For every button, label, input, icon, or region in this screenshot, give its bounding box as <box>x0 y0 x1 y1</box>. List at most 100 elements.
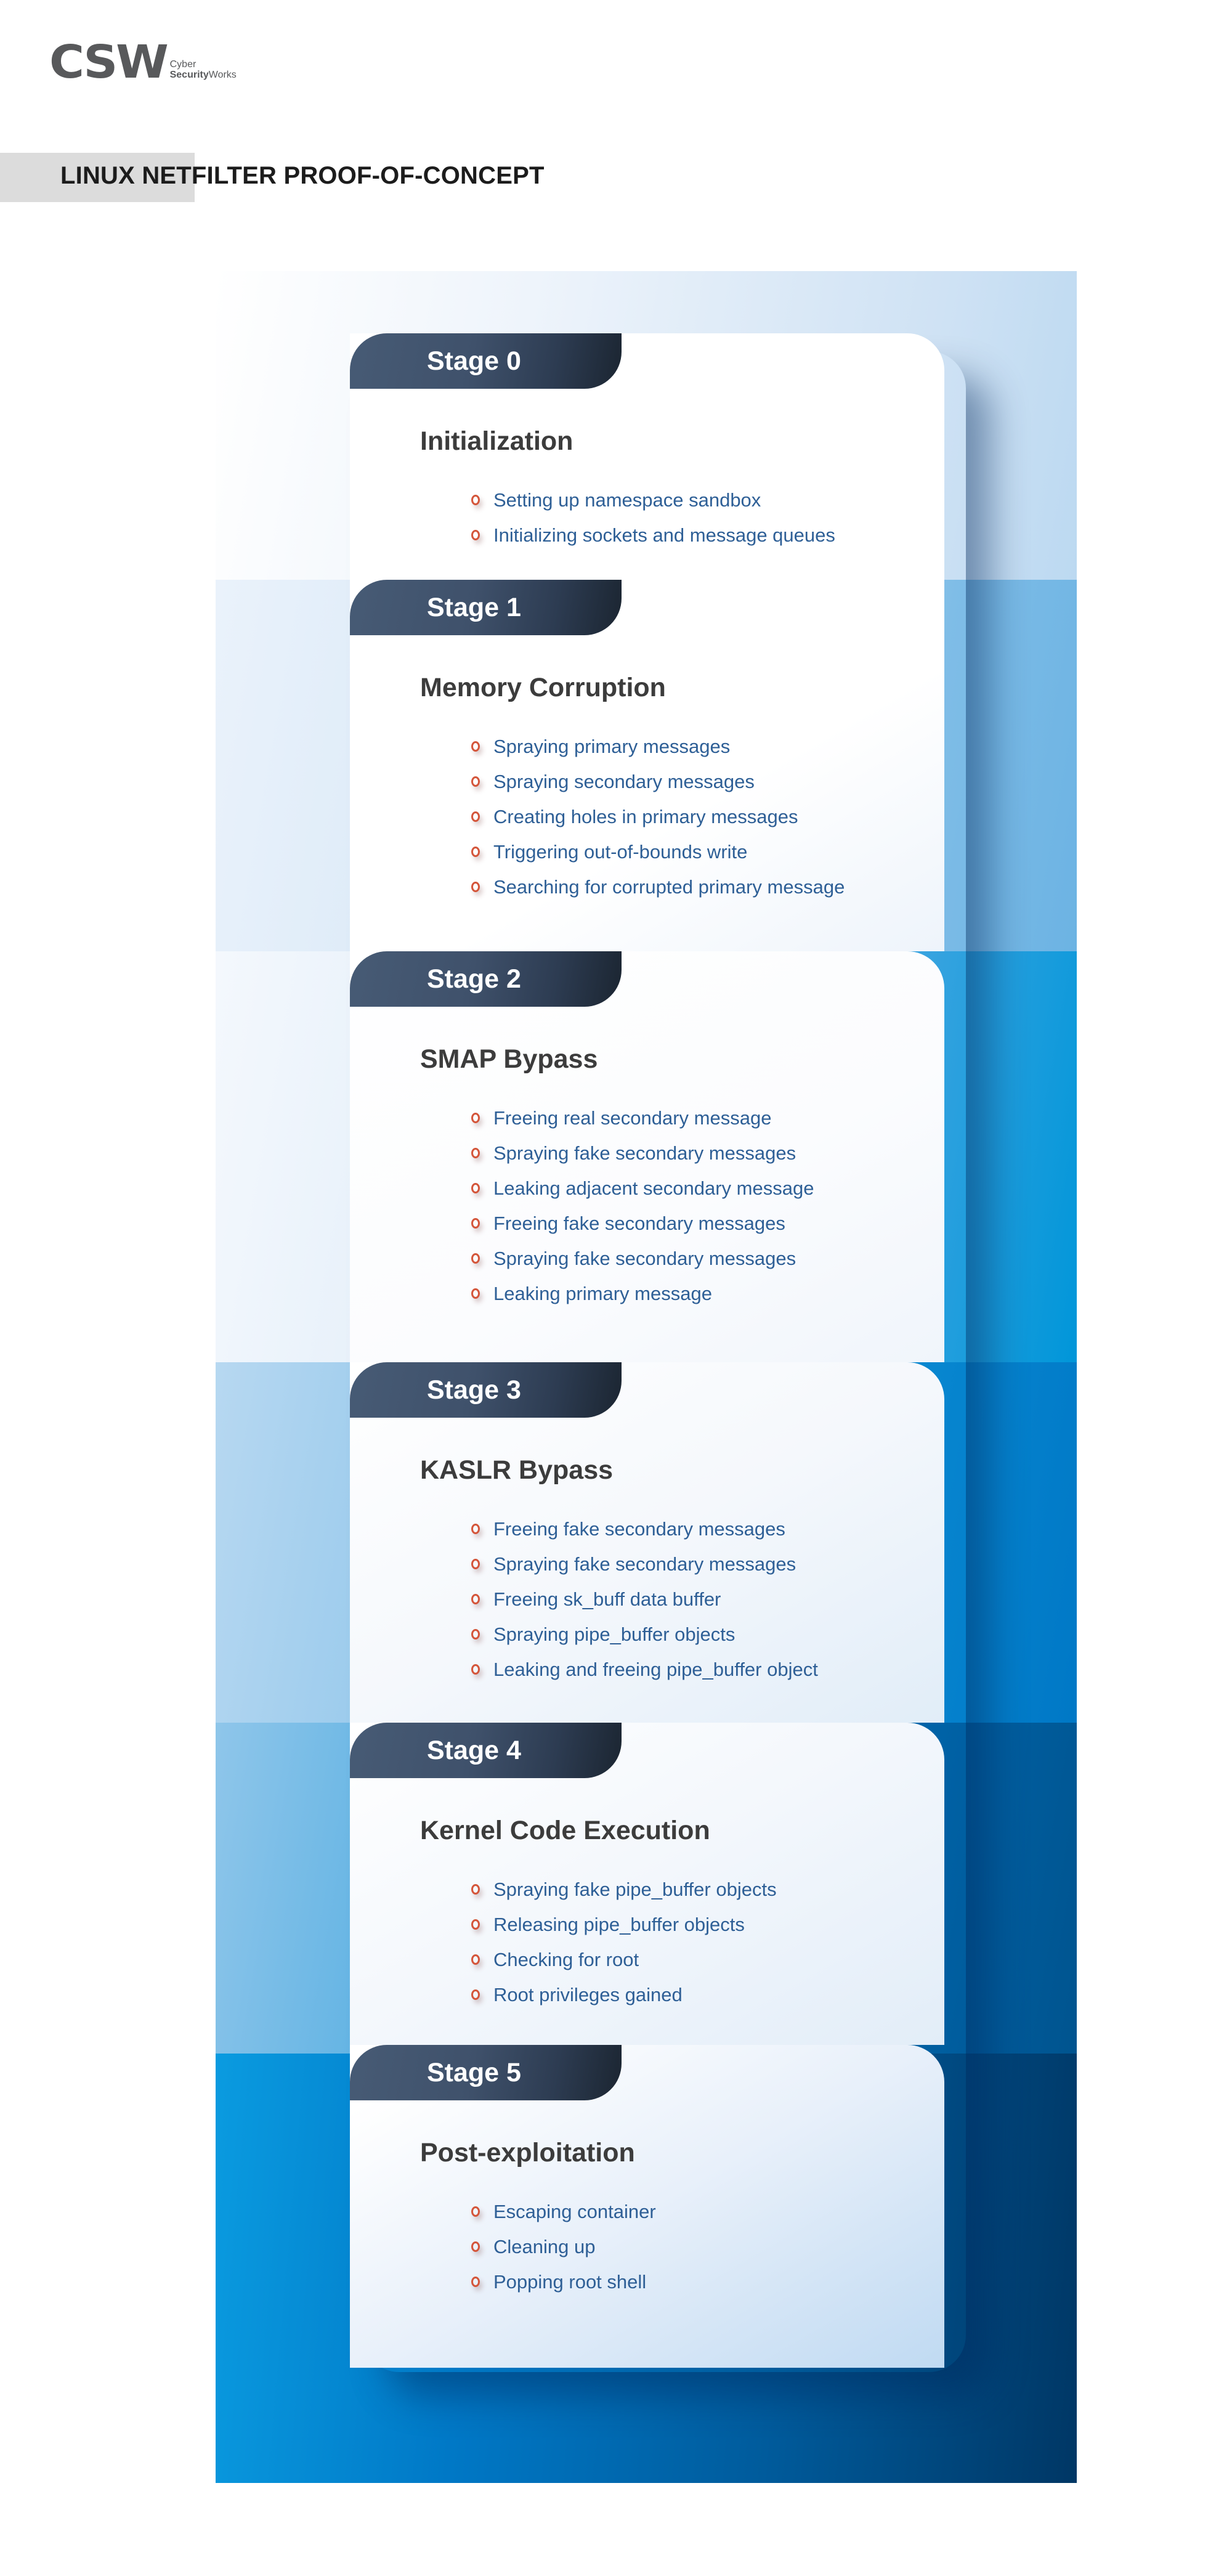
stage-card-2: Stage 2 SMAP Bypass Freeing real seconda… <box>350 951 944 1362</box>
step-item: Spraying fake secondary messages <box>468 1546 818 1582</box>
step-item: Freeing real secondary message <box>468 1100 814 1136</box>
circle-bullet-icon <box>471 882 480 892</box>
step-text: Initializing sockets and message queues <box>493 524 835 546</box>
circle-bullet-icon <box>471 1218 480 1229</box>
stage-card-5: Stage 5 Post-exploitation Escaping conta… <box>350 2045 944 2368</box>
step-text: Freeing fake secondary messages <box>493 1212 785 1234</box>
step-text: Spraying fake secondary messages <box>493 1142 796 1164</box>
step-item: Setting up namespace sandbox <box>468 482 835 518</box>
step-item: Cleaning up <box>468 2229 656 2264</box>
stage-label: Stage 5 <box>427 2058 521 2087</box>
stage-title: Initialization <box>420 426 573 456</box>
step-item: Escaping container <box>468 2194 656 2229</box>
circle-bullet-icon <box>471 1919 480 1930</box>
stage-label: Stage 1 <box>427 593 521 622</box>
stage-header: Stage 4 <box>350 1723 622 1778</box>
step-item: Freeing fake secondary messages <box>468 1206 814 1241</box>
stage-label: Stage 0 <box>427 346 521 376</box>
circle-bullet-icon <box>471 1183 480 1193</box>
step-list: Setting up namespace sandbox Initializin… <box>468 482 835 553</box>
stage-title: Post-exploitation <box>420 2138 635 2168</box>
step-text: Triggering out-of-bounds write <box>493 840 748 863</box>
circle-bullet-icon <box>471 1664 480 1675</box>
step-item: Freeing fake secondary messages <box>468 1511 818 1546</box>
step-text: Creating holes in primary messages <box>493 805 798 827</box>
circle-bullet-icon <box>471 495 480 505</box>
step-text: Releasing pipe_buffer objects <box>493 1913 745 1935</box>
step-item: Spraying fake secondary messages <box>468 1241 814 1276</box>
circle-bullet-icon <box>471 1594 480 1604</box>
circle-bullet-icon <box>471 530 480 540</box>
step-list: Freeing real secondary message Spraying … <box>468 1100 814 1311</box>
step-item: Searching for corrupted primary message <box>468 869 845 904</box>
step-item: Root privileges gained <box>468 1977 777 2012</box>
circle-bullet-icon <box>471 1288 480 1299</box>
step-item: Leaking primary message <box>468 1276 814 1311</box>
stage-header: Stage 5 <box>350 2045 622 2100</box>
stage-label: Stage 3 <box>427 1375 521 1405</box>
step-item: Triggering out-of-bounds write <box>468 834 845 869</box>
circle-bullet-icon <box>471 1884 480 1895</box>
circle-bullet-icon <box>471 1148 480 1158</box>
step-text: Spraying fake secondary messages <box>493 1247 796 1269</box>
stage-header: Stage 0 <box>350 333 622 389</box>
stage-title: Kernel Code Execution <box>420 1816 710 1845</box>
step-text: Spraying fake pipe_buffer objects <box>493 1878 777 1900</box>
step-text: Checking for root <box>493 1948 639 1970</box>
step-text: Root privileges gained <box>493 1983 683 2005</box>
step-item: Creating holes in primary messages <box>468 799 845 834</box>
stage-label: Stage 2 <box>427 964 521 994</box>
step-text: Freeing fake secondary messages <box>493 1518 785 1540</box>
circle-bullet-icon <box>471 1989 480 2000</box>
page-title: LINUX NETFILTER PROOF-OF-CONCEPT <box>60 162 545 189</box>
stage-header: Stage 1 <box>350 580 622 635</box>
step-text: Spraying pipe_buffer objects <box>493 1623 736 1645</box>
step-list: Spraying fake pipe_buffer objects Releas… <box>468 1872 777 2012</box>
stage-card-1: Stage 1 Memory Corruption Spraying prima… <box>350 580 944 951</box>
step-item: Releasing pipe_buffer objects <box>468 1907 777 1942</box>
step-list: Escaping container Cleaning up Popping r… <box>468 2194 656 2299</box>
step-text: Searching for corrupted primary message <box>493 876 845 898</box>
step-text: Setting up namespace sandbox <box>493 489 761 511</box>
circle-bullet-icon <box>471 2277 480 2287</box>
logo-line1: Cyber <box>169 59 197 70</box>
step-item: Spraying fake secondary messages <box>468 1136 814 1171</box>
stage-title: SMAP Bypass <box>420 1044 598 1074</box>
circle-bullet-icon <box>471 1629 480 1639</box>
circle-bullet-icon <box>471 741 480 752</box>
logo-line2-regular: Works <box>208 70 237 80</box>
step-item: Spraying fake pipe_buffer objects <box>468 1872 777 1907</box>
stage-card-4: Stage 4 Kernel Code Execution Spraying f… <box>350 1723 944 2045</box>
step-item: Freeing sk_buff data buffer <box>468 1582 818 1617</box>
step-list: Spraying primary messages Spraying secon… <box>468 729 845 904</box>
circle-bullet-icon <box>471 2241 480 2252</box>
logo-mark: CSW <box>49 36 169 89</box>
step-item: Spraying pipe_buffer objects <box>468 1617 818 1652</box>
logo-wordmark: Cyber SecurityWorks <box>170 59 237 80</box>
stage-header: Stage 2 <box>350 951 622 1007</box>
step-list: Freeing fake secondary messages Spraying… <box>468 1511 818 1687</box>
step-text: Freeing real secondary message <box>493 1107 772 1129</box>
step-item: Checking for root <box>468 1942 777 1977</box>
circle-bullet-icon <box>471 811 480 822</box>
step-text: Spraying secondary messages <box>493 770 755 792</box>
stage-label: Stage 4 <box>427 1736 521 1765</box>
circle-bullet-icon <box>471 1253 480 1264</box>
step-text: Leaking adjacent secondary message <box>493 1177 814 1199</box>
stage-title: Memory Corruption <box>420 673 666 702</box>
circle-bullet-icon <box>471 776 480 787</box>
stage-card-3: Stage 3 KASLR Bypass Freeing fake second… <box>350 1362 944 1723</box>
step-text: Spraying primary messages <box>493 735 731 757</box>
step-text: Popping root shell <box>493 2270 647 2293</box>
step-text: Spraying fake secondary messages <box>493 1553 796 1575</box>
circle-bullet-icon <box>471 1113 480 1123</box>
stage-header: Stage 3 <box>350 1362 622 1418</box>
stage-title: KASLR Bypass <box>420 1455 614 1485</box>
step-item: Leaking and freeing pipe_buffer object <box>468 1652 818 1687</box>
step-item: Popping root shell <box>468 2264 656 2299</box>
logo-line2-bold: Security <box>169 70 209 80</box>
step-item: Initializing sockets and message queues <box>468 518 835 553</box>
step-text: Cleaning up <box>493 2235 596 2257</box>
step-text: Leaking and freeing pipe_buffer object <box>493 1658 818 1680</box>
step-item: Spraying primary messages <box>468 729 845 764</box>
